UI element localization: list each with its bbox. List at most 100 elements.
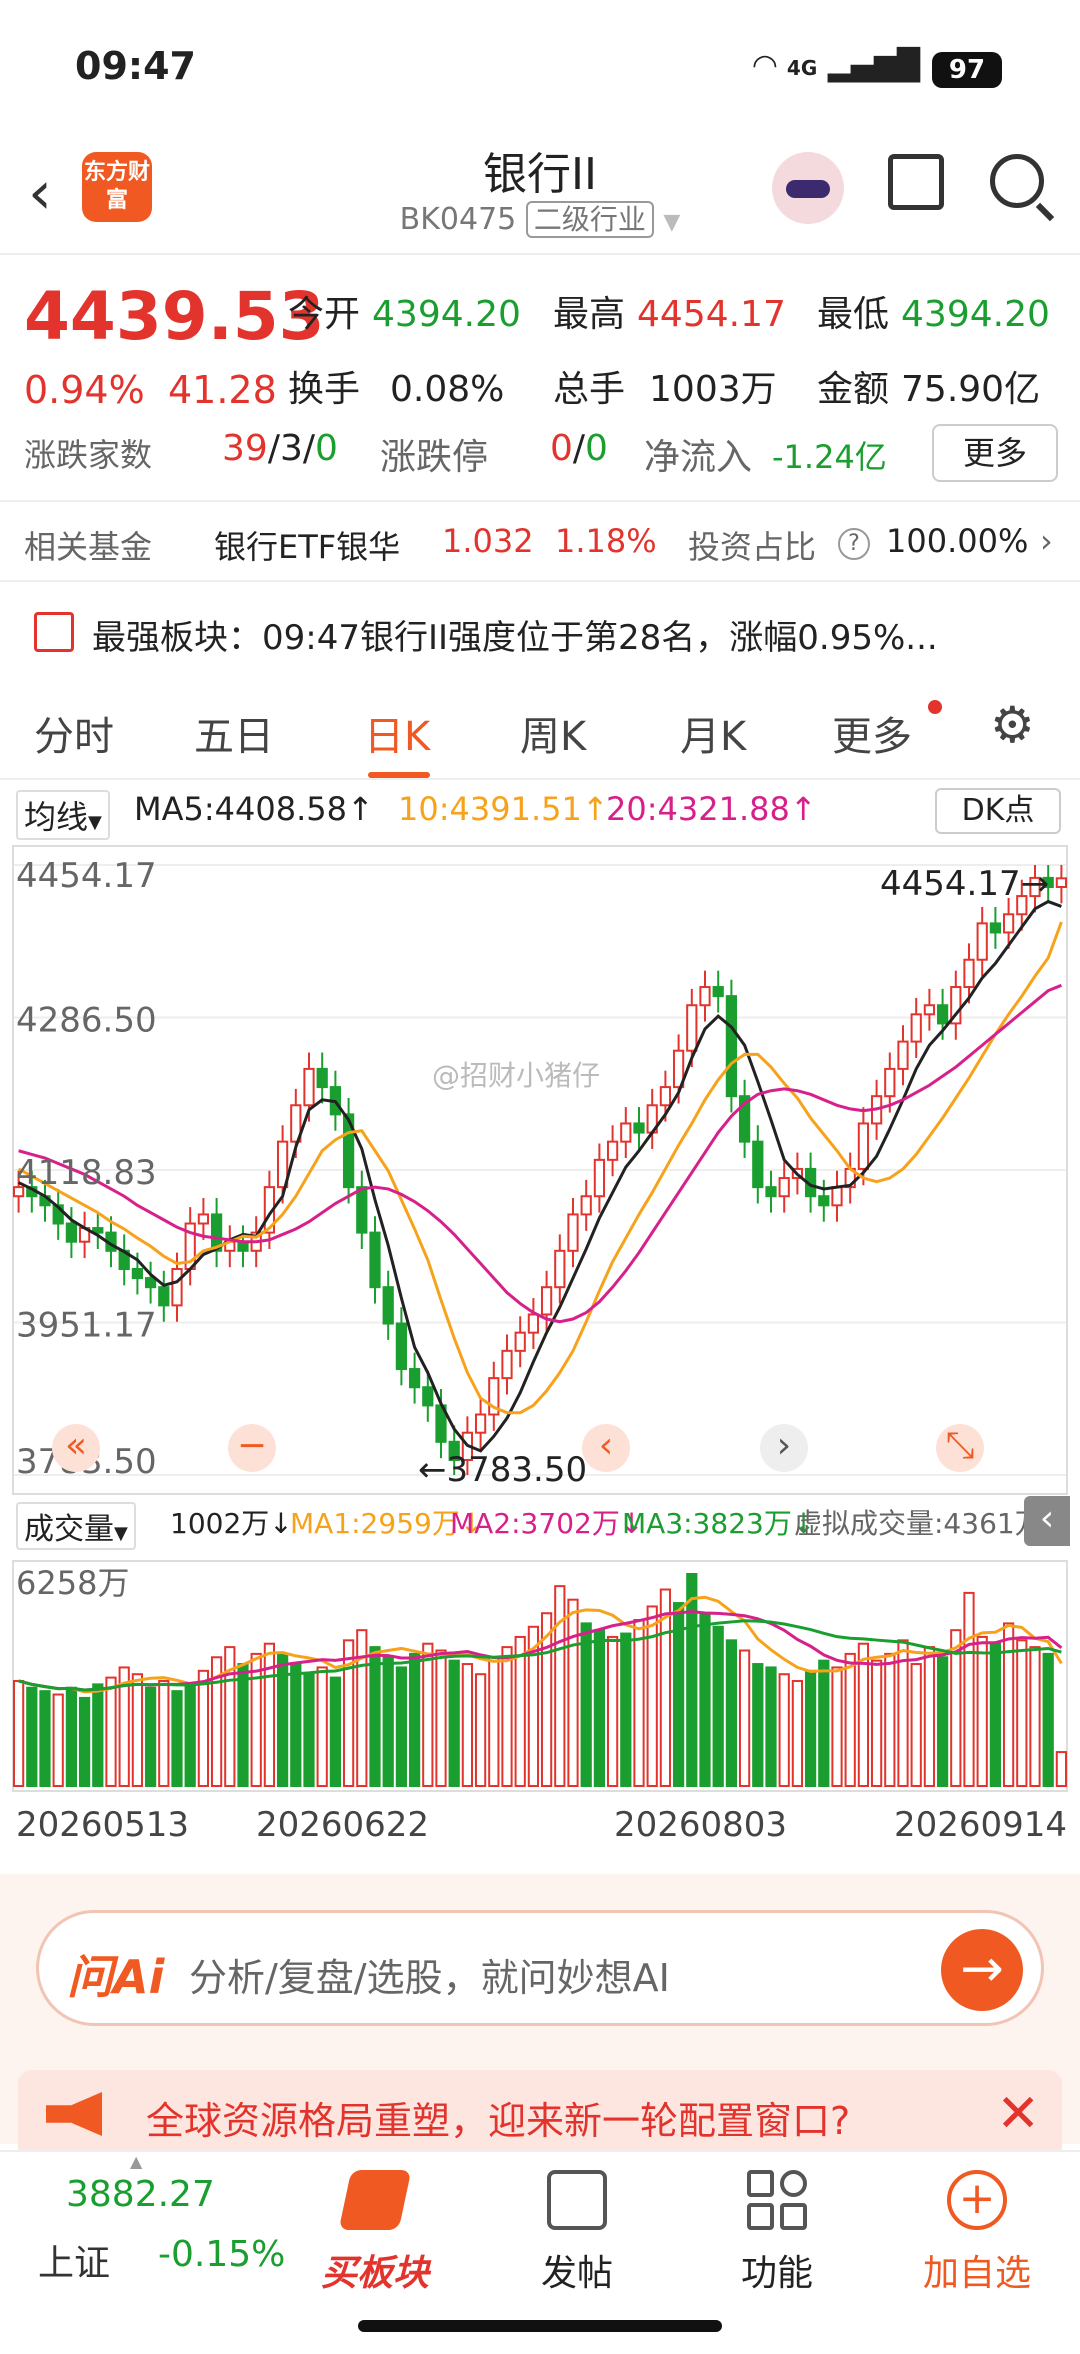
volume-bar	[303, 1673, 315, 1787]
candle-body	[778, 1177, 790, 1198]
volume-bar	[461, 1663, 474, 1787]
watermark-text: @招财小猪仔	[432, 1059, 600, 1092]
volume-bar	[435, 1649, 447, 1787]
nav-functions[interactable]: 功能	[712, 2170, 842, 2296]
volume-bar	[395, 1666, 408, 1787]
volume-bar	[844, 1652, 856, 1787]
low-label: 最低	[817, 294, 890, 335]
index-value[interactable]: 3882.27	[66, 2174, 215, 2215]
y-tick-label: 4286.50	[16, 1001, 157, 1041]
fund-name[interactable]: 银行ETF银华	[214, 522, 400, 568]
tab-intraday[interactable]: 分时	[34, 704, 114, 762]
volume-bar	[752, 1663, 764, 1787]
kline-chart[interactable]: @招财小猪仔4454.174286.504118.833951.173783.5…	[12, 845, 1068, 1495]
volume-bar	[290, 1663, 302, 1787]
volume-bar	[131, 1673, 144, 1787]
candle-body	[316, 1067, 328, 1089]
volume-bar	[567, 1598, 579, 1787]
status-time: 09:47	[75, 44, 196, 88]
tab-monthly-k[interactable]: 月K	[680, 704, 746, 762]
volume-selector[interactable]: 成交量▼	[16, 1502, 136, 1550]
candle-body	[567, 1213, 579, 1252]
tab-daily-k[interactable]: 日K	[364, 704, 430, 762]
volume-bar	[606, 1635, 619, 1787]
nav-buy-sector[interactable]: 买板块	[310, 2170, 440, 2296]
volume-bar	[804, 1669, 817, 1787]
volume-bar	[263, 1642, 276, 1787]
promo-banner[interactable]: 全球资源格局重塑，迎来新一轮配置窗口? ✕	[18, 2070, 1062, 2162]
help-icon[interactable]: ?	[838, 528, 870, 560]
date-tick: 20260513	[16, 1805, 190, 1845]
nav-label: 功能	[740, 2253, 813, 2294]
chevron-right-icon[interactable]: ›	[1040, 522, 1053, 560]
candle-body	[356, 1186, 368, 1234]
candle-body	[382, 1286, 394, 1325]
signal-icon: ◠ 4G ▂▄▆█	[753, 48, 920, 83]
volume-bar	[514, 1635, 526, 1787]
volume-bar	[65, 1686, 78, 1787]
ma-selector[interactable]: 均线▼	[16, 790, 110, 840]
scroll-right-icon[interactable]: ›	[760, 1424, 808, 1472]
kline-svg: @招财小猪仔4454.174286.504118.833951.173783.5…	[12, 845, 1068, 1495]
settings-icon[interactable]: ⚙	[990, 696, 1035, 754]
strong-sector-info[interactable]: 最强板块：09:47银行II强度位于第28名，涨幅0.95%...	[92, 610, 938, 659]
assistant-avatar-icon[interactable]	[772, 152, 844, 224]
expand-icon[interactable]: ⤡	[936, 1424, 984, 1472]
volume-value: 1003万	[649, 369, 777, 410]
ma5-value: MA5:4408.58↑	[134, 790, 374, 828]
candle-body	[976, 922, 988, 961]
share-icon[interactable]	[888, 154, 944, 210]
close-icon[interactable]: ✕	[996, 2084, 1040, 2144]
grid-icon	[747, 2170, 807, 2230]
flat-count: 3	[279, 428, 303, 469]
volume-selector-label: 成交量	[24, 1512, 114, 1547]
turnover-label: 换手	[288, 369, 361, 410]
fund-ratio-label: 投资占比	[688, 528, 817, 566]
more-button[interactable]: 更多	[932, 424, 1058, 482]
volume-bar	[620, 1632, 632, 1787]
amount-label: 金额	[817, 369, 890, 410]
inflow-label: 净流入	[644, 437, 753, 478]
strong-text: 09:47银行II强度位于第28名，涨幅0.95%...	[262, 618, 938, 658]
volume-max-label: 6258万	[16, 1564, 129, 1602]
scroll-left-icon[interactable]: ‹	[582, 1424, 630, 1472]
ai-input[interactable]: 问Ai 分析/复盘/选股，就问妙想AI →	[36, 1910, 1044, 2026]
candle-body	[197, 1213, 210, 1225]
current-price: 4439.53	[24, 278, 325, 355]
volume-bar	[316, 1666, 328, 1787]
volume-bar	[831, 1666, 843, 1787]
candle-body	[659, 1086, 672, 1107]
divider	[0, 580, 1080, 582]
fund-ratio: 100.00%	[886, 522, 1029, 560]
fund-price: 1.032	[442, 522, 534, 560]
up-count: 39	[222, 428, 268, 469]
tab-five-day[interactable]: 五日	[194, 704, 274, 762]
candle-body	[1055, 877, 1068, 888]
scroll-left-fast-icon[interactable]: «	[52, 1424, 100, 1472]
caret-up-icon: ▲	[130, 2152, 143, 2171]
nav-post[interactable]: 发帖	[512, 2170, 642, 2296]
search-icon[interactable]	[990, 154, 1044, 208]
arrow-right-icon[interactable]: →	[941, 1929, 1023, 2011]
nav-label: 加自选	[922, 2253, 1031, 2294]
volume-bar	[422, 1642, 434, 1787]
home-indicator	[358, 2320, 722, 2332]
volume-bar	[791, 1679, 804, 1787]
volume-bar	[488, 1656, 500, 1787]
volume-bar	[39, 1690, 51, 1787]
chart-board-icon	[34, 612, 74, 652]
volume-bar	[910, 1663, 922, 1787]
zoom-out-icon[interactable]: −	[228, 1424, 276, 1472]
nav-add-watchlist[interactable]: + 加自选	[912, 2170, 1042, 2296]
tab-more[interactable]: 更多	[832, 704, 912, 762]
candle-body	[923, 1004, 936, 1016]
volume-chart[interactable]: 6258万	[12, 1560, 1068, 1792]
collapse-panel-icon[interactable]: ‹	[1024, 1496, 1070, 1546]
open-value: 4394.20	[372, 294, 521, 335]
dk-point-button[interactable]: DK点	[935, 788, 1061, 834]
candle-body	[65, 1222, 78, 1243]
tab-weekly-k[interactable]: 周K	[520, 704, 586, 762]
low-value: 4394.20	[901, 294, 1050, 335]
buy-sector-icon	[338, 2170, 412, 2230]
ma20-value: 20:4321.88↑	[606, 790, 817, 828]
